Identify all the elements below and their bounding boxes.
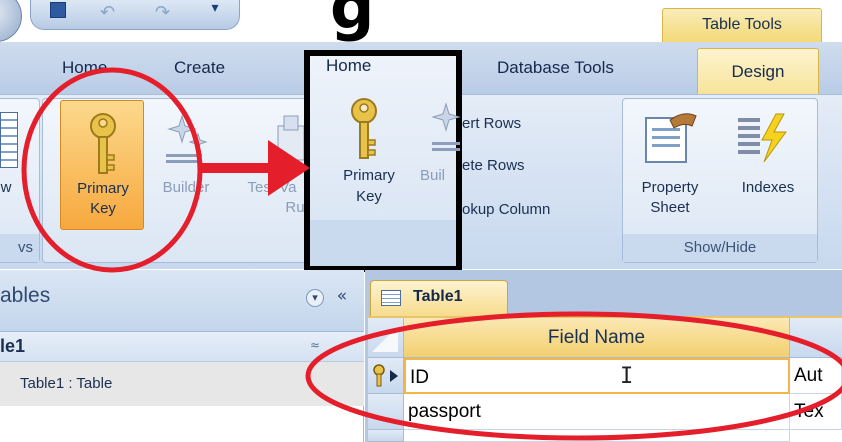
data-type-cell[interactable]: Aut <box>790 358 842 394</box>
indexes-label[interactable]: Indexes <box>718 178 818 198</box>
callout-group-label-strip <box>310 220 456 266</box>
chevron-down-icon[interactable]: ▾ <box>306 289 324 307</box>
field-name-cell[interactable] <box>404 430 790 442</box>
callout-builder-fragment: Buil <box>420 167 446 184</box>
builder-label[interactable]: Builder <box>146 178 226 198</box>
indexes-icon <box>738 113 787 163</box>
undo-icon[interactable]: ↶ <box>100 2 128 23</box>
tab-database-tools[interactable]: Database Tools <box>497 58 614 78</box>
view-button-label: w <box>0 179 12 196</box>
save-icon[interactable] <box>50 2 66 18</box>
row-selector-id[interactable] <box>368 358 404 394</box>
select-all-triangle-icon <box>372 326 398 352</box>
tab-design[interactable]: Design <box>697 48 819 94</box>
insert-rows-button[interactable]: ert Rows <box>462 114 521 134</box>
tab-table1[interactable]: Table1 <box>370 280 508 316</box>
text-cursor-icon: I <box>620 364 634 389</box>
table-tools-label: Table Tools <box>702 16 782 33</box>
redo-icon[interactable]: ↷ <box>155 2 183 23</box>
tab-design-label: Design <box>731 62 785 81</box>
view-icon[interactable] <box>0 112 18 168</box>
primary-key-label-line1: Primary <box>77 180 129 197</box>
property-sheet-label-line2: Sheet <box>650 199 690 216</box>
tab-table1-label: Table1 <box>413 288 463 305</box>
chevron-up-icon[interactable]: ≈ <box>310 338 320 352</box>
nav-group-header[interactable]: le1 ≈ <box>0 332 364 362</box>
property-sheet-icon <box>645 113 697 163</box>
field-name-cell[interactable]: passport <box>404 394 790 430</box>
nav-item-table1[interactable]: Table1 : Table <box>0 362 364 406</box>
field-name-cell[interactable]: ID <box>404 358 790 394</box>
callout-primary-key-line2: Key <box>356 188 382 205</box>
table-icon <box>381 290 401 306</box>
delete-rows-button[interactable]: ete Rows <box>462 156 525 176</box>
nav-item-label: Table1 : Table <box>20 375 113 392</box>
field-name-header[interactable]: Field Name <box>404 318 790 358</box>
key-icon <box>90 113 116 174</box>
row-selector[interactable] <box>368 430 404 442</box>
views-group-label: vs <box>0 234 39 262</box>
data-type-cell[interactable]: Tex <box>790 394 842 430</box>
callout-box: Home Primary Key Buil <box>304 50 462 272</box>
nav-group-label: le1 <box>0 336 26 356</box>
table-tools-tab-group: Table Tools <box>662 8 822 42</box>
tab-home[interactable]: Home <box>62 58 107 78</box>
primary-key-label-line2: Key <box>90 200 116 217</box>
lookup-column-button[interactable]: okup Column <box>462 200 550 220</box>
data-type-header[interactable] <box>790 318 842 358</box>
primary-key-button[interactable]: Primary Key <box>60 100 144 230</box>
primary-key-row-icon <box>373 364 398 387</box>
callout-builder-icon <box>431 102 461 151</box>
tab-create[interactable]: Create <box>174 58 225 78</box>
show-hide-group-label: Show/Hide <box>623 234 817 262</box>
nav-pane-title[interactable]: ables <box>0 284 50 308</box>
property-sheet-label-line1[interactable]: Property <box>630 178 710 198</box>
test-validation-label-line1[interactable]: Test Va <box>232 178 312 198</box>
callout-key-icon <box>351 98 377 159</box>
builder-icon <box>166 114 208 163</box>
row-selector[interactable] <box>368 394 404 430</box>
qat-customize-dropdown[interactable]: ▾ <box>205 0 225 22</box>
grid-corner[interactable] <box>368 318 404 358</box>
collapse-pane-icon[interactable]: « <box>330 286 354 308</box>
callout-primary-key-line1: Primary <box>343 167 395 184</box>
callout-home-fragment: Home <box>326 56 372 75</box>
